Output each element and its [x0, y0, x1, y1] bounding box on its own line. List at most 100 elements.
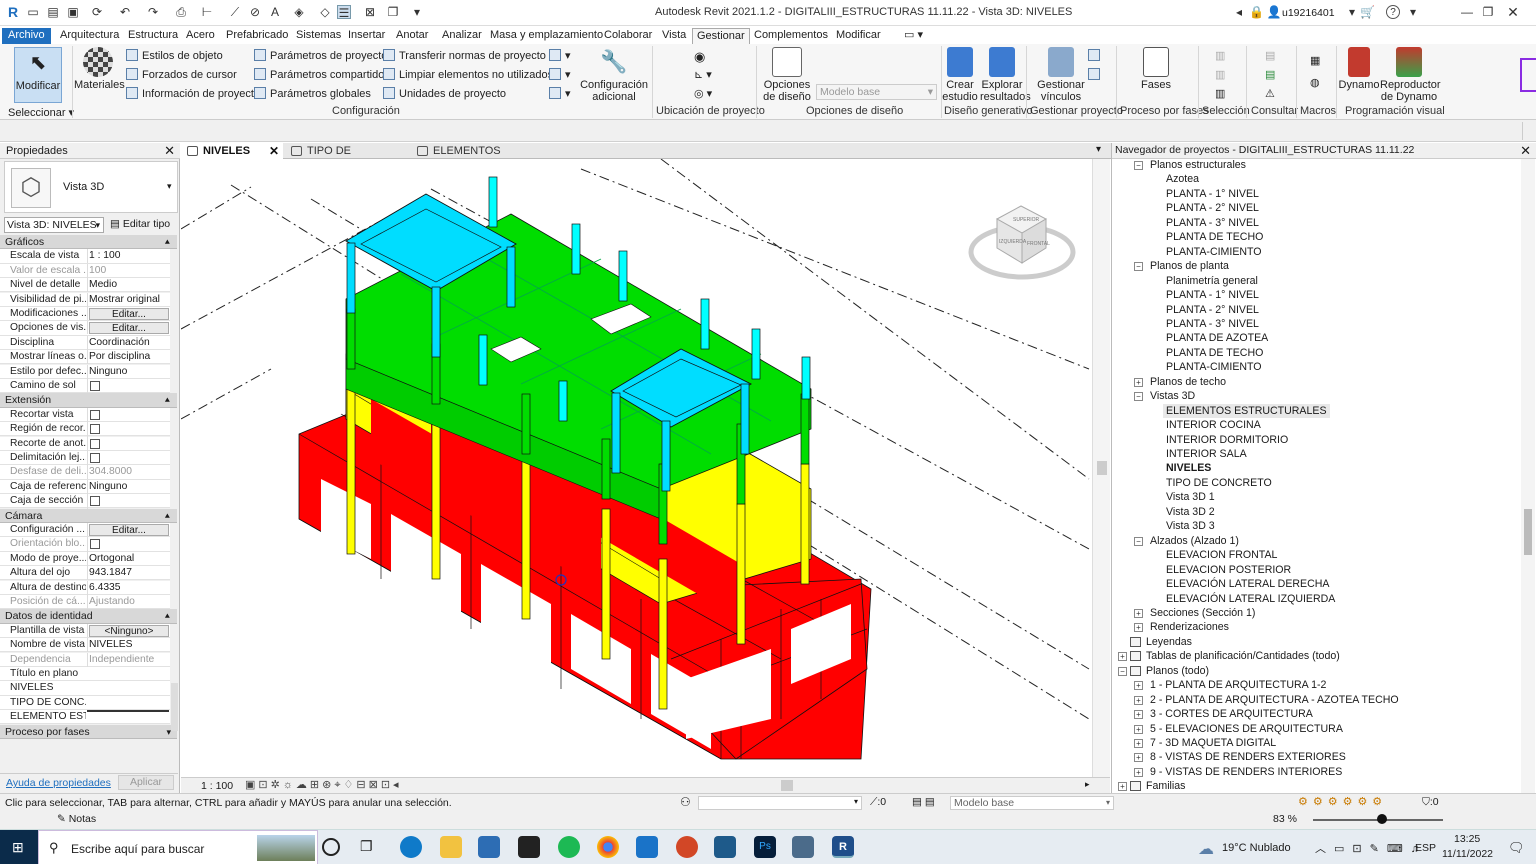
browser-item[interactable]: 9 - VISTAS DE RENDERS INTERIORES: [1150, 765, 1342, 779]
menu-masa-y-emplazamiento[interactable]: Masa y emplazamiento: [486, 28, 607, 44]
transfer-standards-button[interactable]: Transferir normas de proyecto: [383, 49, 546, 62]
starting-view-button[interactable]: [1088, 68, 1104, 81]
expand-icon[interactable]: +: [1134, 377, 1143, 387]
browser-item[interactable]: Planos (todo): [1146, 664, 1209, 678]
thin-lines-icon[interactable]: ☰: [337, 5, 351, 20]
shared-parameters-button[interactable]: Parámetros compartidos: [254, 68, 390, 81]
tab-niveles[interactable]: NIVELES ✕: [181, 143, 283, 159]
navisworks-icon[interactable]: [792, 836, 814, 858]
property-value[interactable]: Coordinación: [87, 335, 169, 350]
section-camera[interactable]: Cámara ⯅: [0, 508, 177, 523]
browser-item[interactable]: 3 - CORTES DE ARQUITECTURA: [1150, 707, 1313, 721]
browser-item[interactable]: Renderizaciones: [1150, 620, 1229, 634]
sync-icon[interactable]: ⟳: [90, 5, 104, 19]
revit-taskbar-icon[interactable]: R: [832, 836, 854, 858]
additional-settings-button[interactable]: 🔧 Configuración adicional: [580, 47, 648, 103]
property-value[interactable]: Editar...: [87, 523, 169, 536]
search-back-icon[interactable]: ◂: [1232, 5, 1246, 19]
checkbox[interactable]: [90, 453, 100, 463]
collapse-icon[interactable]: −: [1134, 536, 1143, 546]
browser-item[interactable]: TIPO DE CONCRETO: [1166, 476, 1272, 490]
menu-insertar[interactable]: Insertar: [344, 28, 389, 44]
properties-help-link[interactable]: Ayuda de propiedades: [6, 777, 111, 789]
start-button[interactable]: ⊞: [0, 830, 38, 864]
weather-text[interactable]: 19°C Nublado: [1222, 842, 1291, 854]
collapse-icon[interactable]: ⯅: [164, 393, 171, 407]
contextual-tab-dropdown-icon[interactable]: ▭ ▾: [900, 28, 927, 44]
browser-item[interactable]: Tablas de planificación/Cantidades (todo…: [1146, 649, 1340, 663]
spotify-icon[interactable]: [558, 836, 580, 858]
section-identity[interactable]: Datos de identidad ⯅: [0, 609, 177, 624]
undo-icon[interactable]: ↶: [118, 5, 132, 19]
mail-icon[interactable]: [636, 836, 658, 858]
scroll-thumb[interactable]: [1097, 461, 1107, 475]
measure-icon[interactable]: ⊢: [200, 5, 214, 19]
browser-item[interactable]: Secciones (Sección 1): [1150, 606, 1255, 620]
coordinates-button[interactable]: ⊾ ▾: [694, 68, 712, 81]
autocad-icon[interactable]: [518, 836, 540, 858]
type-selector[interactable]: ⬡ Vista 3D ▾: [4, 161, 178, 213]
browser-item[interactable]: PLANTA - 3° NIVEL: [1166, 317, 1259, 331]
menu-arquitectura[interactable]: Arquitectura: [56, 28, 123, 44]
maximize-icon[interactable]: ❐: [1481, 5, 1495, 19]
structural-settings-button[interactable]: ▾: [549, 68, 571, 81]
switch-windows-icon[interactable]: ❐: [386, 5, 400, 19]
browser-item[interactable]: PLANTA-CIMIENTO: [1166, 360, 1262, 374]
browser-item[interactable]: PLANTA DE TECHO: [1166, 230, 1263, 244]
browser-item[interactable]: Vista 3D 3: [1166, 519, 1215, 533]
checkbox[interactable]: [90, 539, 100, 550]
selection-load-button[interactable]: ▥: [1215, 68, 1225, 81]
browser-scroll-thumb[interactable]: [1524, 509, 1532, 555]
browser-item[interactable]: Vista 3D 2: [1166, 505, 1215, 519]
property-value[interactable]: Editar...: [87, 307, 169, 320]
warnings-button[interactable]: ⚠: [1265, 87, 1275, 100]
dimension-icon[interactable]: ⟋: [228, 5, 242, 19]
create-study-button[interactable]: Crear estudio: [942, 47, 978, 103]
file-explorer-icon[interactable]: [440, 836, 462, 858]
property-value[interactable]: Medio: [87, 278, 169, 293]
customize-dropdown-icon[interactable]: ▾: [410, 5, 424, 19]
browser-item[interactable]: Leyendas: [1146, 635, 1192, 649]
object-styles-button[interactable]: Estilos de objeto: [126, 49, 223, 62]
open-icon[interactable]: ▭: [26, 5, 40, 19]
snaps-button[interactable]: Forzados de cursor: [126, 68, 237, 81]
revit-logo-icon[interactable]: R: [6, 5, 20, 19]
property-value[interactable]: 6.4335: [87, 580, 169, 595]
project-units-button[interactable]: Unidades de proyecto: [383, 87, 506, 100]
browser-item[interactable]: 1 - PLANTA DE ARQUITECTURA 1-2: [1150, 678, 1326, 692]
browser-item[interactable]: PLANTA-CIMIENTO: [1166, 245, 1262, 259]
browser-item[interactable]: INTERIOR COCINA: [1166, 418, 1261, 432]
browser-item[interactable]: Azotea: [1166, 172, 1199, 186]
close-browser-icon[interactable]: ✕: [1520, 143, 1531, 158]
menu-analizar[interactable]: Analizar: [438, 28, 486, 44]
selection-edit-button[interactable]: ▥: [1215, 87, 1225, 100]
menu-sistemas[interactable]: Sistemas: [292, 28, 345, 44]
open-folder-icon[interactable]: ▤: [46, 5, 60, 19]
viewport-vertical-scrollbar[interactable]: [1092, 159, 1110, 777]
menu-estructura[interactable]: Estructura: [124, 28, 182, 44]
position-button[interactable]: ◎ ▾: [694, 87, 712, 100]
cortana-icon[interactable]: [322, 838, 340, 856]
property-value[interactable]: Ninguno: [87, 364, 169, 379]
print-icon[interactable]: ⎙: [174, 5, 188, 19]
dynamo-player-button[interactable]: Reproductor de Dynamo: [1380, 47, 1441, 103]
property-value[interactable]: NIVELES: [87, 638, 169, 653]
design-option-status-icon[interactable]: ▤ ▤: [912, 796, 935, 808]
panel-schedule-button[interactable]: ▾: [549, 87, 571, 100]
explore-results-button[interactable]: Explorar resultados: [980, 47, 1031, 103]
browser-item[interactable]: ELEVACIÓN LATERAL DERECHA: [1166, 577, 1329, 591]
tab-elementos-estructurales[interactable]: ELEMENTOS ESTRUCTURALES: [411, 143, 581, 173]
close-hidden-icon[interactable]: ⊠: [363, 5, 377, 19]
expand-icon[interactable]: +: [1134, 695, 1143, 705]
menu-modificar[interactable]: Modificar: [832, 28, 885, 44]
menu-acero[interactable]: Acero: [182, 28, 219, 44]
help-dropdown-icon[interactable]: ▾: [1406, 5, 1420, 19]
checkbox[interactable]: [90, 438, 100, 449]
edge-icon[interactable]: [400, 836, 422, 858]
macro-security-button[interactable]: ◍: [1310, 76, 1320, 89]
tray-icons[interactable]: ︿▭⊡✎⌨♫: [1315, 840, 1427, 856]
clock-date[interactable]: 11/11/2022: [1442, 848, 1493, 860]
browser-item[interactable]: Familias: [1146, 779, 1185, 793]
section-graphics[interactable]: Gráficos ⯅: [0, 235, 177, 250]
task-view-icon[interactable]: ❐: [360, 838, 382, 860]
